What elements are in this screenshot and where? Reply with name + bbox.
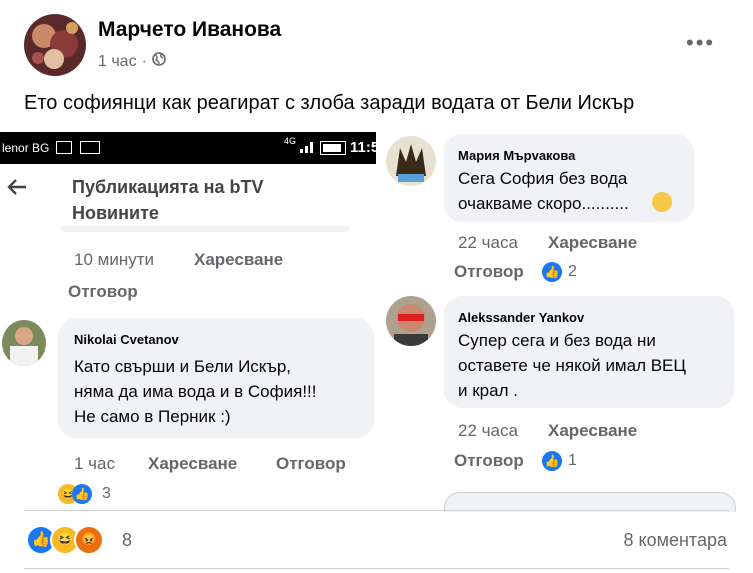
post-meta: 1 час ·	[98, 52, 166, 71]
more-icon[interactable]: •••	[686, 30, 715, 56]
commenter-avatar[interactable]	[2, 320, 46, 366]
like-icon: 👍	[542, 262, 562, 282]
angry-icon: 😡	[74, 525, 104, 555]
comment2-line-1: Супер сега и без вода ни	[458, 331, 656, 350]
comment2-line-3: и крал .	[458, 381, 518, 400]
comment2-reactions[interactable]: 👍 1	[542, 451, 577, 471]
comment1-reaction-count: 2	[568, 263, 577, 280]
commenter1-avatar[interactable]	[386, 136, 436, 186]
author-avatar[interactable]	[24, 14, 86, 76]
battery-icon	[320, 141, 346, 155]
comment1-reactions[interactable]: 👍 2	[542, 262, 577, 282]
comment2-like-button[interactable]: Харесване	[548, 421, 637, 441]
meta-separator: ·	[141, 52, 147, 70]
phone-statusbar: lenor BG 4G 11:5	[0, 132, 376, 164]
comment-reactions[interactable]: 😆 👍 3	[58, 484, 111, 504]
comment1-like-button[interactable]: Харесване	[548, 233, 637, 253]
commenter2-avatar[interactable]	[386, 296, 436, 346]
like-icon: 👍	[542, 451, 562, 471]
divider	[24, 510, 729, 511]
comment-line-2: няма да има вода и в София!!!	[74, 382, 317, 401]
comments-count[interactable]: 8 коментара	[624, 530, 728, 551]
comment-line-3: Не само в Перник :)	[74, 407, 231, 426]
comment-like-button[interactable]: Харесване	[148, 454, 237, 474]
prev-comment-time: 10 минути	[74, 250, 154, 269]
signal-icon	[300, 141, 314, 156]
gallery-icon	[56, 141, 72, 154]
comment-time: 1 час	[74, 454, 115, 473]
post-text: Ето софиянци как реагират с злоба заради…	[24, 92, 635, 114]
network-label: 4G	[284, 136, 297, 146]
app-header: Публикацията на bTV Новините	[0, 164, 376, 224]
post-reactions[interactable]: 👍 😆 😡	[26, 525, 104, 555]
reply-input[interactable]	[444, 492, 736, 512]
globe-icon	[152, 52, 166, 71]
comment1-time: 22 часа	[458, 233, 518, 252]
prev-reply-button[interactable]: Отговор	[68, 282, 138, 302]
comment1-line-1: Сега София без вода	[458, 169, 628, 188]
comment-reply-button[interactable]: Отговор	[276, 454, 346, 474]
comment-bubble: Nikolai Cvetanov Като свърши и Бели Искъ…	[58, 318, 374, 438]
header-title: Публикацията на bTV Новините	[72, 177, 264, 223]
reactions-count[interactable]: 8	[122, 530, 132, 551]
carrier-label: lenor BG	[2, 141, 50, 155]
author-name[interactable]: Марчето Иванова	[98, 18, 281, 42]
like-icon: 👍	[72, 484, 92, 504]
comment2-reply-button[interactable]: Отговор	[454, 451, 524, 471]
right-screenshot: Мария Мърvакова Сега София без вода очак…	[380, 132, 753, 512]
comment2-time: 22 часа	[458, 421, 518, 440]
left-screenshot: lenor BG 4G 11:5 Публикацията на bTV Нов…	[0, 132, 376, 512]
comment1-reply-button[interactable]: Отговор	[454, 262, 524, 282]
back-arrow-icon[interactable]	[6, 176, 28, 203]
comment2-line-2: оставете че някой имал ВЕЦ	[458, 356, 686, 375]
post-time[interactable]: 1 час	[98, 53, 137, 71]
commenter-name[interactable]: Nikolai Cvetanov	[74, 332, 179, 347]
commenter1-name[interactable]: Мария Мърvакова	[458, 148, 575, 163]
comment1-bubble: Мария Мърvакова Сега София без вода очак…	[444, 134, 694, 222]
comment1-line-2: очакваме скоро..........	[458, 194, 629, 213]
commenter2-name[interactable]: Alekssander Yankov	[458, 310, 584, 325]
prev-like-button[interactable]: Харесване	[194, 250, 283, 270]
bottom-divider	[24, 568, 729, 569]
status-time: 11:5	[350, 139, 376, 156]
comment-line-1: Като свърши и Бели Искър,	[74, 357, 292, 376]
prev-bubble-edge	[60, 226, 350, 232]
comment-reaction-count: 3	[102, 485, 111, 502]
comment2-reaction-count: 1	[568, 452, 577, 469]
comment2-bubble: Alekssander Yankov Супер сега и без вода…	[444, 296, 734, 408]
weary-emoji-icon	[652, 192, 672, 212]
keyboard-icon	[80, 141, 100, 154]
